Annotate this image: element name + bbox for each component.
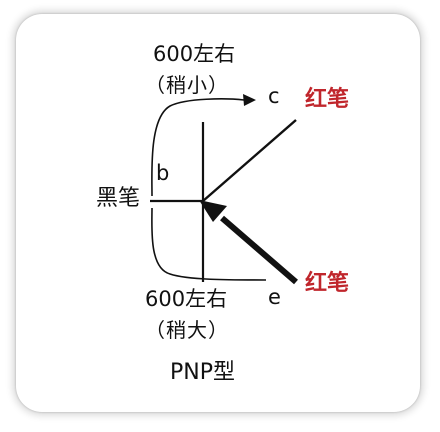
red-probe-emitter-label: 红笔 [305, 271, 350, 296]
base-pin-label: b [156, 161, 170, 185]
diagram-canvas: 600左右 （稍小） c 红笔 b 黑笔 红笔 e 600左右 （稍大） PNP… [0, 0, 440, 432]
emitter-lead [220, 215, 298, 285]
emitter-pin-label: e [268, 285, 281, 309]
top-reading-label: 600左右 [153, 42, 236, 66]
red-probe-collector-label: 红笔 [305, 87, 350, 112]
collector-lead [202, 119, 297, 202]
black-probe-label: 黑笔 [96, 186, 141, 211]
bottom-reading-label: 600左右 [145, 287, 228, 311]
top-arc-arrowhead [243, 94, 256, 106]
transistor-type-label: PNP型 [170, 360, 235, 385]
top-note-label: （稍小） [145, 73, 229, 97]
bottom-note-label: （稍大） [145, 318, 229, 342]
collector-pin-label: c [268, 84, 280, 108]
